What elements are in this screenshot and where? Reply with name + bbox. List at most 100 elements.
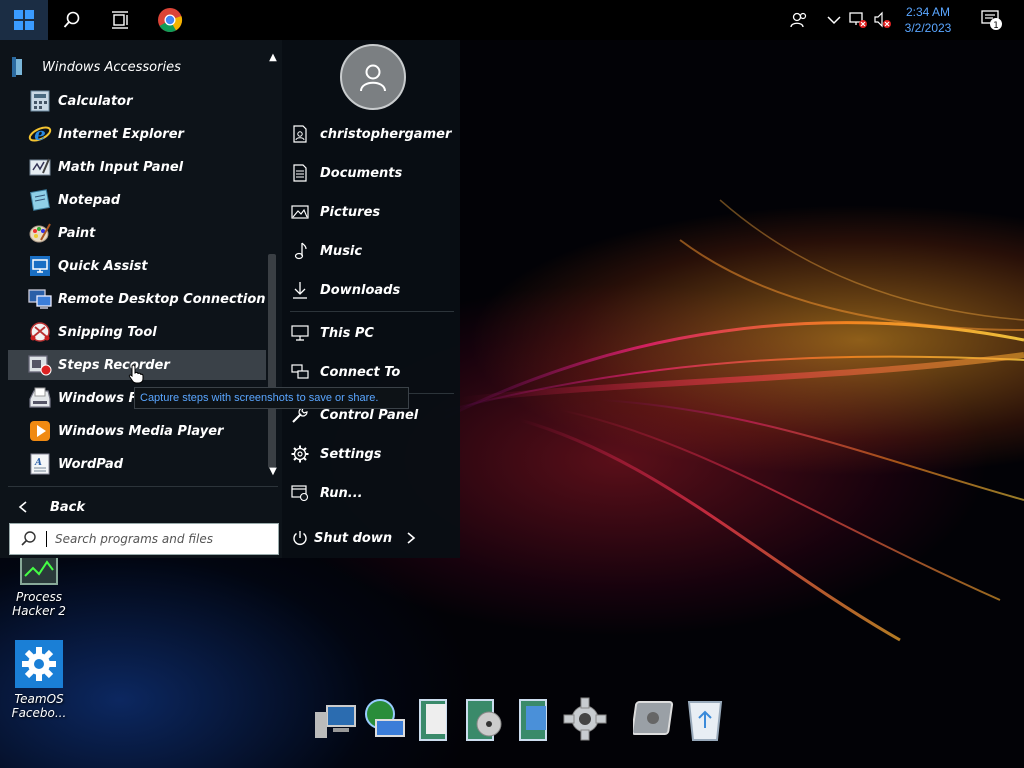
program-internet-explorer[interactable]: e Internet Explorer (8, 119, 266, 149)
program-quick-assist[interactable]: Quick Assist (8, 251, 266, 281)
place-pictures[interactable]: Pictures (290, 197, 454, 227)
media-folder-icon (466, 699, 502, 741)
dock-documents[interactable] (412, 692, 458, 742)
dock (312, 690, 732, 742)
calculator-icon (28, 89, 52, 113)
dock-control-panel[interactable] (632, 692, 678, 742)
search-button[interactable] (48, 0, 96, 40)
clock-time: 2:34 AM (905, 5, 951, 19)
picture-icon (290, 202, 310, 222)
place-label: Music (320, 243, 363, 259)
place-connect-to[interactable]: Connect To (290, 357, 454, 387)
media-player-icon (28, 419, 52, 443)
action-center-button[interactable]: 1 (972, 0, 1012, 40)
place-downloads[interactable]: Downloads (290, 275, 454, 305)
desktop-icon-process-hacker[interactable]: Process Hacker 2 (4, 556, 74, 618)
people-button[interactable] (786, 0, 812, 40)
program-remote-desktop[interactable]: Remote Desktop Connection (8, 284, 266, 314)
chevron-left-icon (18, 501, 27, 513)
network-tray-button[interactable] (848, 0, 870, 40)
remote-desktop-icon (28, 287, 52, 311)
scroll-up-button[interactable]: ▲ (266, 52, 280, 66)
task-view-icon (112, 11, 128, 29)
place-label: Connect To (320, 364, 401, 380)
place-label: Documents (320, 165, 403, 181)
monitor-icon (290, 323, 310, 343)
program-label: Snipping Tool (58, 324, 157, 340)
shutdown-button[interactable]: Shut down (290, 523, 454, 553)
document-icon (290, 163, 310, 183)
snipping-tool-icon (28, 320, 52, 344)
program-label: Paint (58, 225, 96, 241)
place-documents[interactable]: Documents (290, 158, 454, 188)
chrome-icon (158, 8, 183, 33)
back-button[interactable]: Back (8, 492, 85, 522)
back-label: Back (50, 499, 86, 515)
program-windows-media-player[interactable]: Windows Media Player (8, 416, 266, 446)
scrollbar-thumb[interactable] (268, 254, 276, 468)
dock-settings[interactable] (562, 692, 608, 742)
people-icon (790, 12, 807, 28)
program-paint[interactable]: Paint (8, 218, 266, 248)
svg-text:A: A (34, 458, 42, 468)
download-icon (290, 280, 310, 300)
process-hacker-icon (15, 556, 63, 586)
chevron-right-icon[interactable] (406, 532, 416, 544)
chevron-down-icon (827, 16, 841, 25)
documents-folder-icon (419, 699, 447, 741)
folder-icon (12, 57, 22, 77)
taskbar: 2:34 AM 3/2/2023 1 (0, 0, 1024, 40)
dock-media[interactable] (462, 692, 508, 742)
program-wordpad[interactable]: A WordPad (8, 449, 266, 479)
dock-computer[interactable] (312, 692, 358, 742)
volume-tray-button[interactable] (872, 0, 894, 40)
program-snipping-tool[interactable]: Snipping Tool (8, 317, 266, 347)
search-icon (63, 11, 80, 28)
recycle-bin-icon (687, 701, 723, 741)
dock-pictures[interactable] (512, 692, 558, 742)
program-label: Quick Assist (58, 258, 148, 274)
clock[interactable]: 2:34 AM 3/2/2023 (896, 4, 960, 36)
desktop-icon-teamos[interactable]: TeamOS Facebo... (4, 640, 74, 720)
start-button[interactable] (0, 0, 48, 40)
place-label: Control Panel (320, 407, 419, 423)
dock-network[interactable] (362, 692, 408, 742)
fax-icon (28, 386, 52, 410)
computer-icon (315, 705, 356, 738)
dock-recycle-bin[interactable] (682, 692, 728, 742)
program-label: WordPad (58, 456, 124, 472)
network-icon (290, 362, 310, 382)
paint-icon (28, 221, 52, 245)
desktop-icon-label: Process Hacker 2 (12, 590, 66, 618)
quick-assist-icon (28, 254, 52, 278)
program-calculator[interactable]: Calculator (8, 86, 266, 116)
chrome-taskbar-button[interactable] (146, 0, 194, 40)
wordpad-icon: A (28, 452, 52, 476)
program-label: Steps Recorder (58, 357, 170, 373)
program-math-input-panel[interactable]: Math Input Panel (8, 152, 266, 182)
program-label: Notepad (58, 192, 121, 208)
scroll-down-button[interactable]: ▼ (266, 466, 280, 480)
search-box[interactable] (9, 523, 279, 555)
clock-date: 3/2/2023 (904, 21, 952, 35)
place-run[interactable]: Run... (290, 478, 454, 508)
divider (290, 311, 454, 312)
place-music[interactable]: Music (290, 236, 454, 266)
program-notepad[interactable]: Notepad (8, 185, 266, 215)
category-label: Windows Accessories (42, 59, 181, 75)
place-label: This PC (320, 325, 374, 341)
place-label: christophergamer (320, 126, 452, 142)
gear-settings-icon (15, 640, 63, 688)
search-icon (21, 531, 36, 546)
pictures-folder-icon (519, 699, 547, 741)
user-folder-icon (290, 124, 310, 144)
user-avatar[interactable] (340, 44, 406, 110)
category-windows-accessories[interactable]: Windows Accessories (8, 52, 181, 82)
search-input[interactable] (53, 531, 277, 547)
settings-gear-icon (563, 697, 607, 741)
place-this-pc[interactable]: This PC (290, 318, 454, 348)
show-hidden-icons-button[interactable] (824, 0, 844, 40)
place-user-folder[interactable]: christophergamer (290, 119, 454, 149)
task-view-button[interactable] (96, 0, 144, 40)
place-settings[interactable]: Settings (290, 439, 454, 469)
